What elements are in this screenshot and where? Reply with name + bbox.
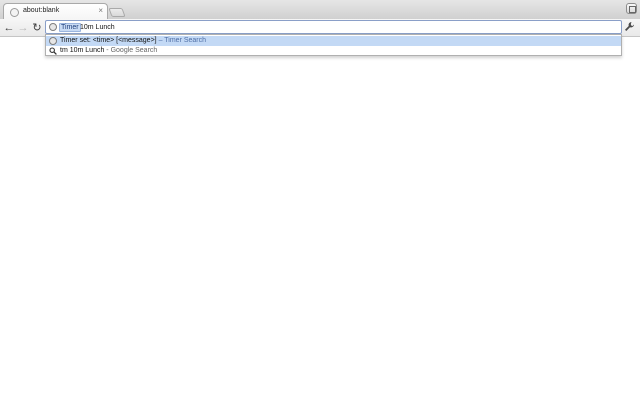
- suggestion-description: Timer Search: [164, 37, 207, 44]
- suggestion-text: tm 10m Lunch: [60, 47, 105, 54]
- title-bar: about:blank ×: [0, 0, 640, 21]
- page-content: [0, 38, 640, 400]
- suggestion-description: Google Search: [110, 47, 158, 54]
- back-button[interactable]: ←: [2, 21, 16, 35]
- keyword-badge: Timer: [59, 23, 81, 32]
- omnibox-suggestions: Timer set: <time> [<message>] – Timer Se…: [45, 34, 622, 56]
- tab-title: about:blank: [23, 7, 60, 14]
- suggestion-text: Timer set: <time> [<message>]: [60, 37, 157, 44]
- suggestion-row-timer[interactable]: Timer set: <time> [<message>] – Timer Se…: [46, 36, 621, 46]
- new-tab-button[interactable]: [108, 8, 126, 17]
- suggestion-row-google[interactable]: tm 10m Lunch - Google Search: [46, 46, 621, 56]
- timer-icon: [49, 37, 57, 45]
- timer-icon: [49, 23, 57, 31]
- reload-button[interactable]: ↻: [30, 21, 44, 35]
- omnibox[interactable]: Timer 10m Lunch: [45, 20, 622, 34]
- forward-button[interactable]: →: [16, 21, 30, 35]
- wrench-icon[interactable]: [623, 21, 635, 33]
- omnibox-input-text[interactable]: 10m Lunch: [80, 22, 115, 33]
- close-icon[interactable]: ×: [98, 6, 103, 16]
- page-icon: [10, 8, 19, 17]
- search-icon: [49, 47, 57, 55]
- restore-window-button[interactable]: [626, 3, 637, 14]
